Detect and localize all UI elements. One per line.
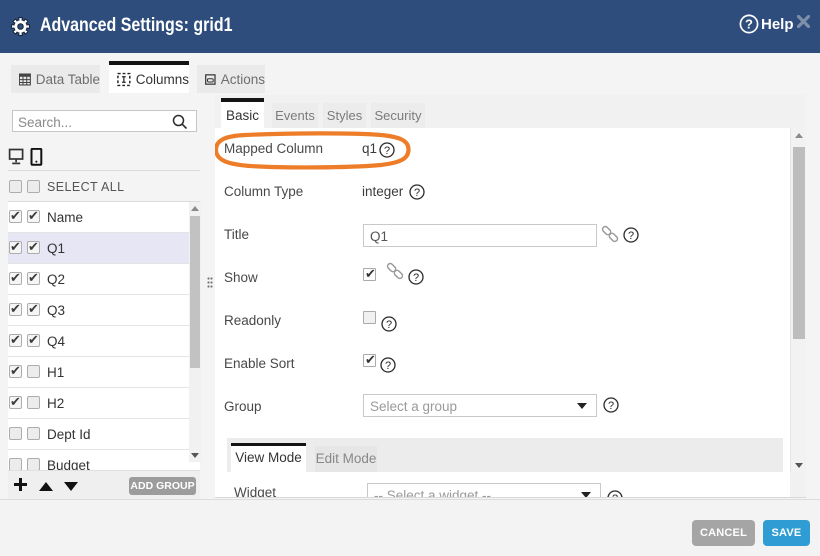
svg-text:?: ?: [628, 230, 634, 242]
svg-text:?: ?: [385, 360, 391, 372]
svg-text:?: ?: [608, 400, 614, 412]
svg-text:?: ?: [612, 493, 618, 497]
svg-text:?: ?: [413, 272, 419, 284]
svg-text:?: ?: [414, 187, 420, 199]
svg-text:?: ?: [745, 17, 753, 32]
svg-text:?: ?: [386, 319, 392, 331]
